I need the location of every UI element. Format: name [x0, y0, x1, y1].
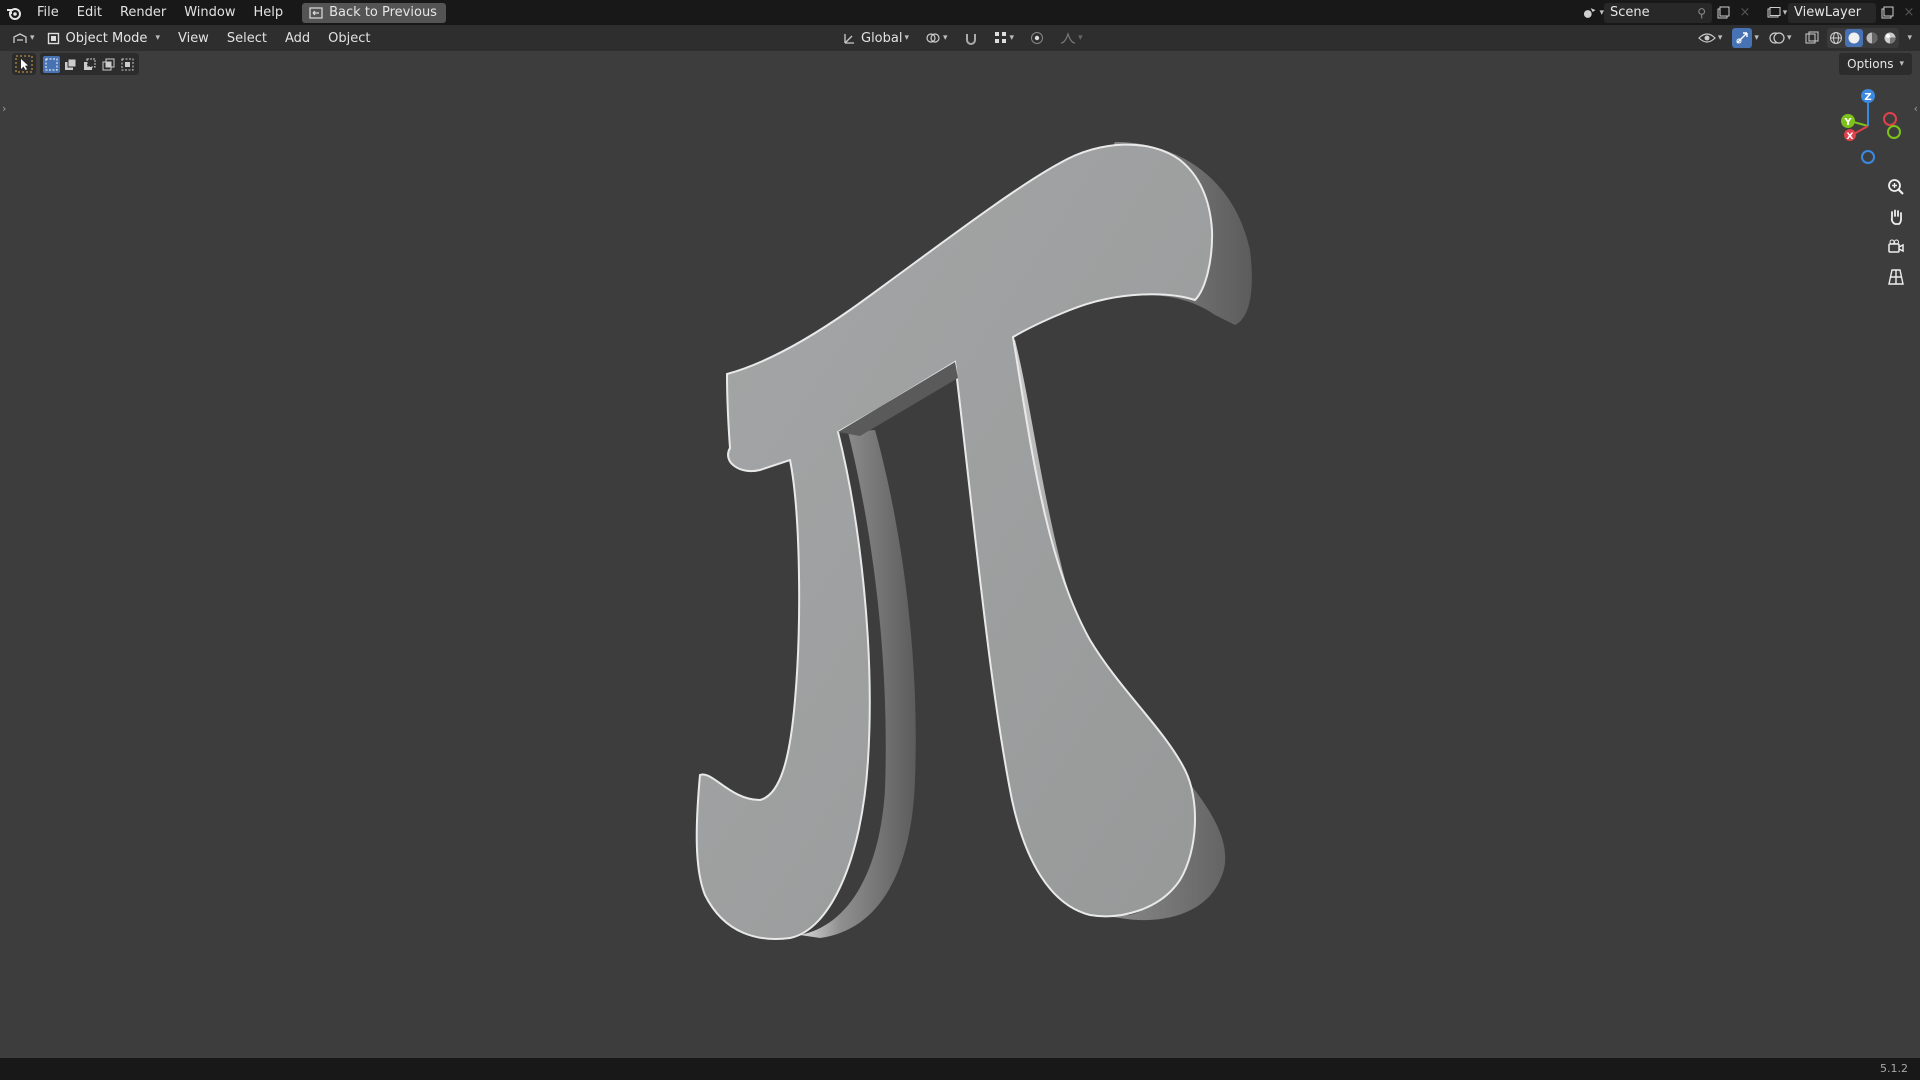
version-label: 5.1.2: [1880, 1062, 1908, 1075]
perspective-toggle-button[interactable]: [1882, 263, 1910, 291]
pi-3d-object[interactable]: [0, 0, 1920, 1080]
camera-icon: [1887, 238, 1905, 256]
gizmo-neg-x-axis[interactable]: [1883, 112, 1897, 126]
toolbar-expand-icon[interactable]: ›: [2, 102, 6, 115]
gizmo-neg-z-axis[interactable]: [1861, 150, 1875, 164]
pi-front-face: [695, 143, 1214, 940]
camera-view-button[interactable]: [1882, 233, 1910, 261]
pan-button[interactable]: [1882, 203, 1910, 231]
gizmo-x-label: X: [1847, 132, 1854, 142]
grid-icon: [1887, 268, 1905, 286]
navigation-gizmo[interactable]: Z Y X: [1830, 86, 1910, 166]
gizmo-y-label: Y: [1843, 117, 1852, 128]
zoom-button[interactable]: [1882, 173, 1910, 201]
gizmo-z-label: Z: [1864, 92, 1871, 103]
gizmo-neg-y-axis[interactable]: [1887, 125, 1901, 139]
pan-hand-icon: [1887, 208, 1905, 226]
zoom-icon: [1887, 178, 1905, 196]
status-bar: 5.1.2: [0, 1058, 1920, 1080]
sidebar-expand-icon[interactable]: ‹: [1914, 102, 1918, 115]
